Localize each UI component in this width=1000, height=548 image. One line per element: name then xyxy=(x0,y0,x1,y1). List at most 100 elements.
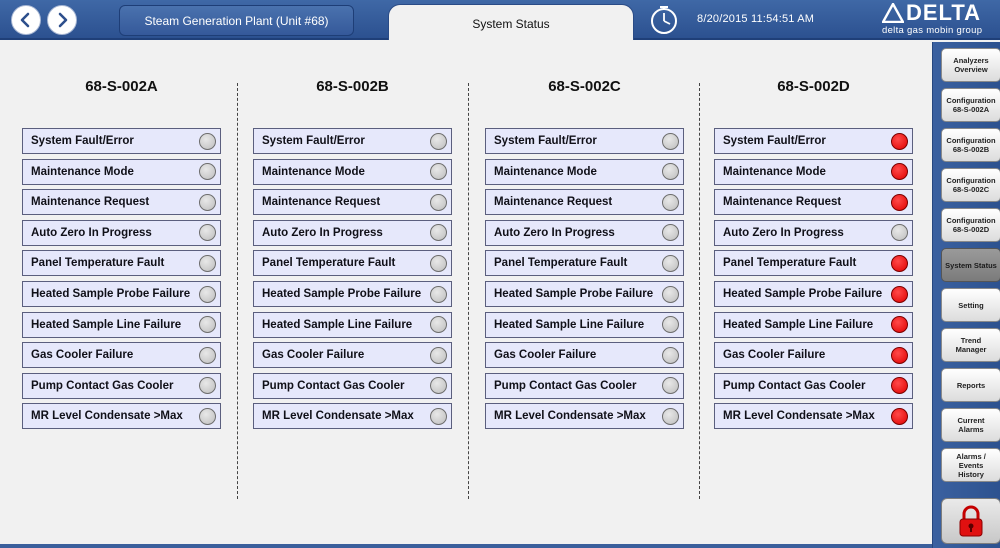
alarm-indicator-off-icon xyxy=(662,254,679,272)
status-label: Auto Zero In Progress xyxy=(31,226,152,239)
sidebar-item-alarms-events-history[interactable]: Alarms / Events History xyxy=(941,448,1000,482)
status-row: MR Level Condensate >Max xyxy=(22,403,221,430)
sidebar-item-reports[interactable]: Reports xyxy=(941,368,1000,402)
alarm-indicator-on-icon xyxy=(891,163,908,181)
status-row: Maintenance Request xyxy=(485,189,684,216)
alarm-indicator-off-icon xyxy=(430,224,447,242)
status-label: Heated Sample Line Failure xyxy=(31,318,182,331)
status-label: Heated Sample Probe Failure xyxy=(723,288,883,300)
status-label: Gas Cooler Failure xyxy=(31,349,134,362)
status-label: System Fault/Error xyxy=(262,135,365,147)
alarm-indicator-off-icon xyxy=(430,163,447,181)
status-label: Panel Temperature Fault xyxy=(31,257,165,270)
sidebar-item-configuration-68-s-002c[interactable]: Configuration 68-S-002C xyxy=(941,168,1000,202)
status-row: System Fault/Error xyxy=(253,128,452,154)
status-row: Maintenance Request xyxy=(253,189,452,216)
alarm-indicator-off-icon xyxy=(430,346,447,364)
column-divider xyxy=(468,83,469,499)
status-row: Heated Sample Line Failure xyxy=(714,311,913,338)
sidebar-item-configuration-68-s-002d[interactable]: Configuration 68-S-002D xyxy=(941,208,1000,242)
sidebar-item-configuration-68-s-002a[interactable]: Configuration 68-S-002A xyxy=(941,88,1000,122)
back-button[interactable] xyxy=(11,5,41,35)
alarm-indicator-off-icon xyxy=(199,163,216,181)
alarm-indicator-off-icon xyxy=(662,163,679,181)
forward-button[interactable] xyxy=(47,5,77,35)
analyzer-title: 68-S-002B xyxy=(316,78,389,95)
status-row: Heated Sample Probe Failure xyxy=(485,281,684,307)
alarm-indicator-off-icon xyxy=(430,132,447,150)
alarm-indicator-on-icon xyxy=(891,254,908,272)
alarm-indicator-off-icon xyxy=(662,407,679,425)
status-row: Gas Cooler Failure xyxy=(714,342,913,369)
alarm-indicator-off-icon xyxy=(199,377,216,395)
status-label: MR Level Condensate >Max xyxy=(494,410,646,423)
status-label: MR Level Condensate >Max xyxy=(262,410,414,423)
tab-system-status[interactable]: System Status xyxy=(388,4,634,40)
sidebar-item-configuration-68-s-002b[interactable]: Configuration 68-S-002B xyxy=(941,128,1000,162)
analyzer-column: 68-S-002C System Fault/Error Maintenance M… xyxy=(485,42,717,502)
analyzer-column: 68-S-002A System Fault/Error Maintenance M… xyxy=(22,42,254,502)
alarm-indicator-off-icon xyxy=(430,193,447,211)
sidebar-item-system-status[interactable]: System Status xyxy=(941,248,1000,282)
analyzer-column: 68-S-002B System Fault/Error Maintenance M… xyxy=(253,42,485,502)
status-label: Panel Temperature Fault xyxy=(262,257,396,270)
status-label: Auto Zero In Progress xyxy=(262,226,383,239)
status-row: Pump Contact Gas Cooler xyxy=(22,372,221,399)
logo-tagline: delta gas mobin group xyxy=(882,25,983,36)
status-row: MR Level Condensate >Max xyxy=(485,403,684,430)
footer-strip xyxy=(0,544,932,548)
status-row: Maintenance Mode xyxy=(253,158,452,185)
status-label: Pump Contact Gas Cooler xyxy=(262,379,405,392)
status-row: Auto Zero In Progress xyxy=(485,219,684,246)
logo-text: DELTA xyxy=(906,0,982,25)
alarm-indicator-off-icon xyxy=(891,224,908,242)
status-label: System Fault/Error xyxy=(31,135,134,147)
status-panel: 68-S-002A System Fault/Error Maintenance M… xyxy=(0,42,932,548)
delta-logo-icon xyxy=(882,3,904,23)
status-row: MR Level Condensate >Max xyxy=(714,403,913,430)
sidebar-item-analyzers-overview[interactable]: Analyzers Overview xyxy=(941,48,1000,82)
lock-button[interactable] xyxy=(941,498,1000,544)
datetime-display: 8/20/2015 11:54:51 AM xyxy=(697,13,815,25)
alarm-indicator-off-icon xyxy=(662,224,679,242)
status-row: System Fault/Error xyxy=(714,128,913,154)
status-row: Heated Sample Line Failure xyxy=(22,311,221,338)
status-row: Maintenance Mode xyxy=(485,158,684,185)
alarm-indicator-on-icon xyxy=(891,346,908,364)
status-row: Panel Temperature Fault xyxy=(22,250,221,277)
sidebar-item-setting[interactable]: Setting xyxy=(941,288,1000,322)
chevron-right-icon xyxy=(58,12,68,28)
alarm-indicator-off-icon xyxy=(662,377,679,395)
sidebar-item-trend-manager[interactable]: Trend Manager xyxy=(941,328,1000,362)
status-row: Auto Zero In Progress xyxy=(253,219,452,246)
alarm-indicator-off-icon xyxy=(430,377,447,395)
status-label: Gas Cooler Failure xyxy=(262,349,365,362)
status-row: Maintenance Mode xyxy=(714,158,913,185)
status-label: Panel Temperature Fault xyxy=(723,257,857,270)
status-label: Heated Sample Line Failure xyxy=(723,318,874,331)
status-row: Pump Contact Gas Cooler xyxy=(714,372,913,399)
alarm-indicator-off-icon xyxy=(430,285,447,303)
alarm-indicator-off-icon xyxy=(199,193,216,211)
alarm-indicator-off-icon xyxy=(662,285,679,303)
alarm-indicator-on-icon xyxy=(891,316,908,334)
status-row: Gas Cooler Failure xyxy=(22,342,221,369)
alarm-indicator-on-icon xyxy=(891,193,908,211)
status-label: Pump Contact Gas Cooler xyxy=(31,379,174,392)
status-label: System Fault/Error xyxy=(494,135,597,147)
chevron-left-icon xyxy=(20,12,30,28)
alarm-indicator-off-icon xyxy=(662,193,679,211)
alarm-indicator-off-icon xyxy=(662,132,679,150)
status-label: Heated Sample Probe Failure xyxy=(494,288,654,300)
column-divider xyxy=(699,83,700,499)
analyzer-title: 68-S-002A xyxy=(85,78,158,95)
status-row: Heated Sample Probe Failure xyxy=(22,281,221,307)
analyzer-title: 68-S-002C xyxy=(548,78,621,95)
status-label: Panel Temperature Fault xyxy=(494,257,628,270)
status-row: Heated Sample Probe Failure xyxy=(253,281,452,307)
status-row: Heated Sample Line Failure xyxy=(485,311,684,338)
sidebar-item-current-alarms[interactable]: Current Alarms xyxy=(941,408,1000,442)
status-label: Maintenance Mode xyxy=(494,165,597,178)
status-label: Heated Sample Probe Failure xyxy=(262,288,422,300)
sidebar: Analyzers Overview Configuration 68-S-002… xyxy=(932,42,1000,548)
